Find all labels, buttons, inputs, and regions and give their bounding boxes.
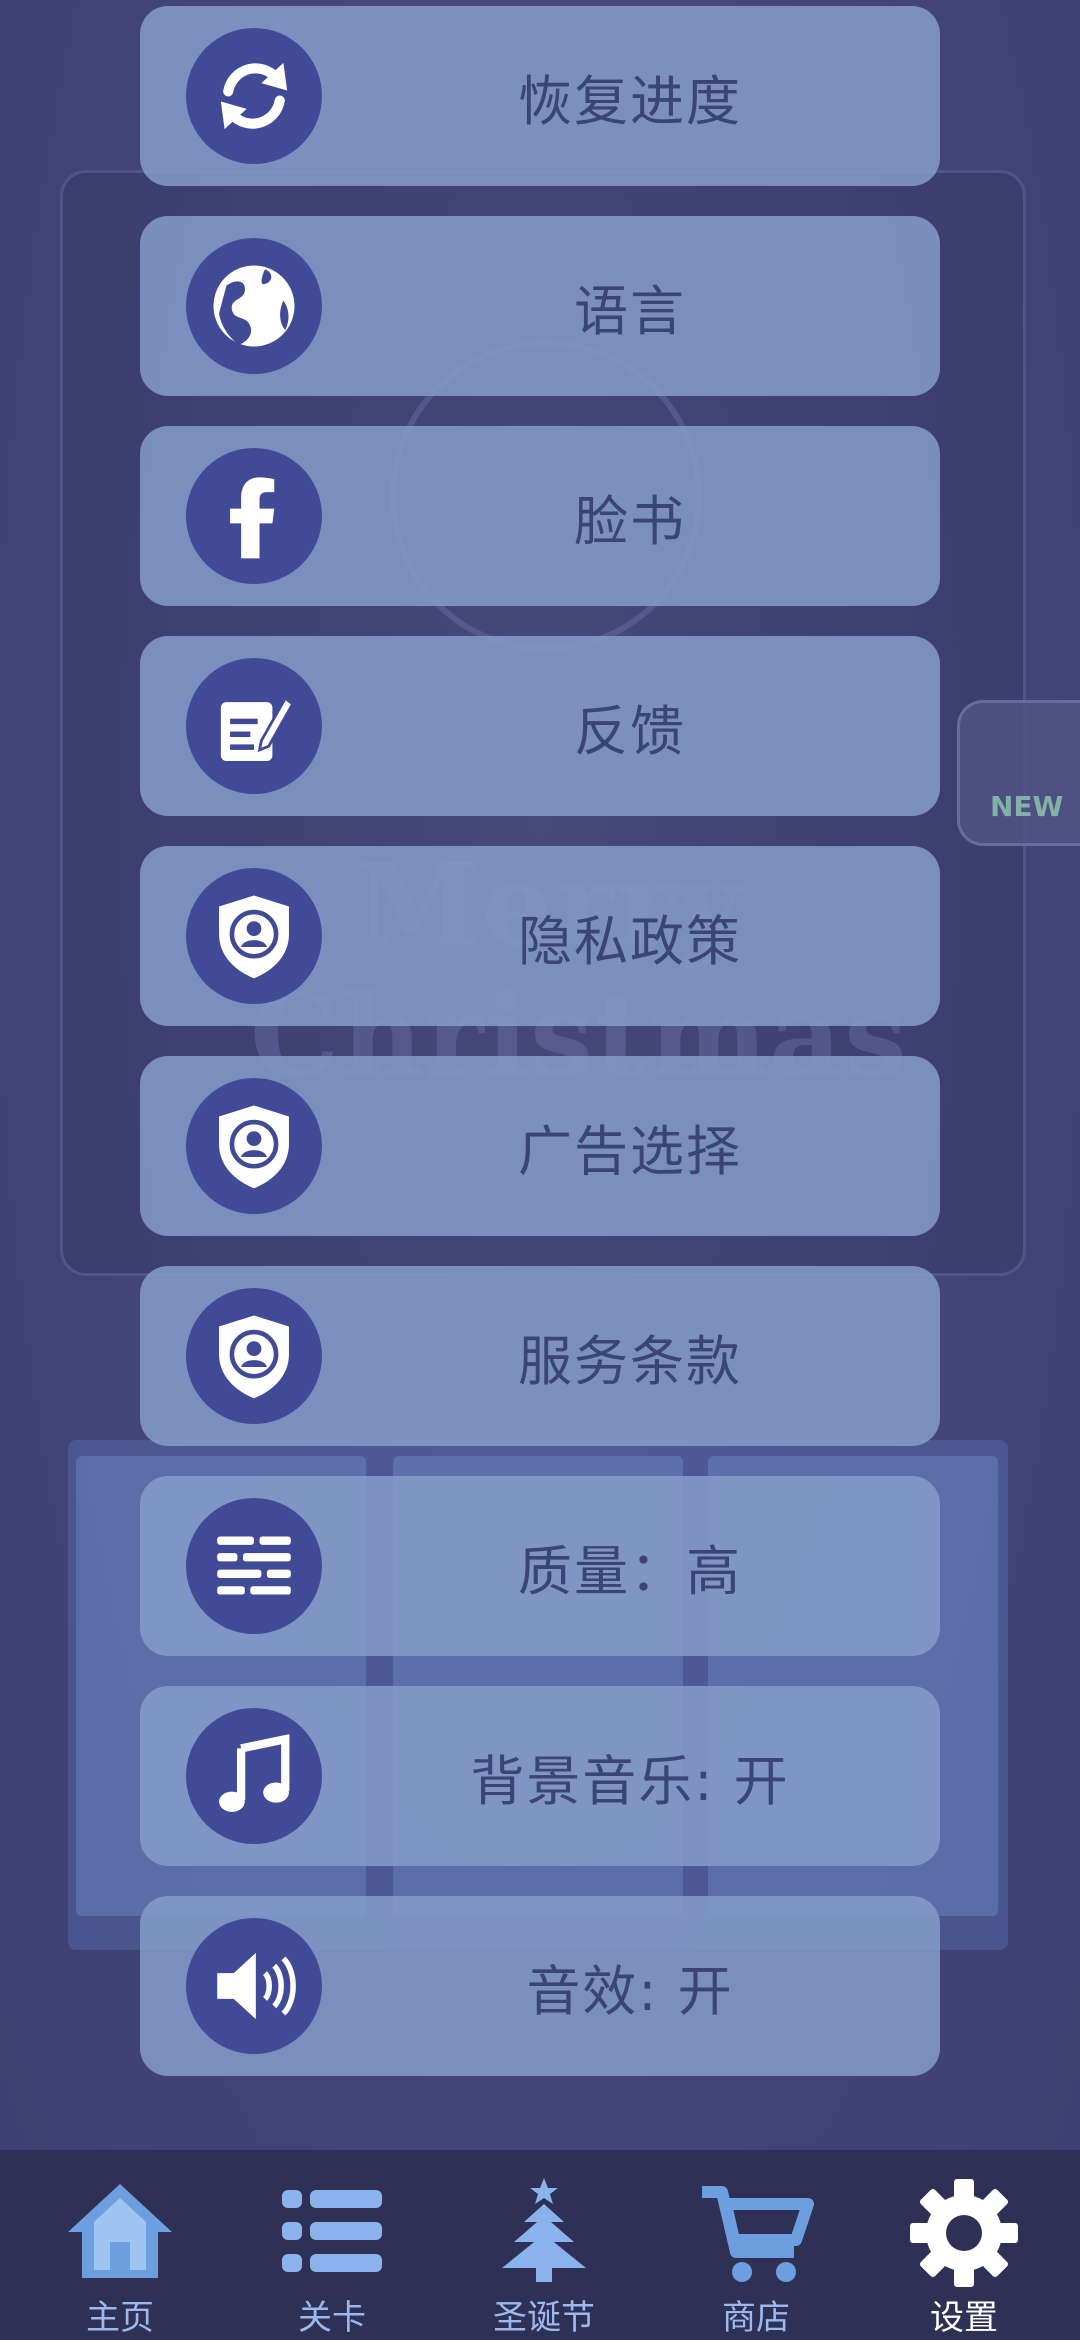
ad-choices-button[interactable]: 广告选择 <box>140 1056 940 1236</box>
gear-icon <box>904 2178 1024 2288</box>
music-icon <box>186 1708 322 1844</box>
list-icon <box>272 2178 392 2288</box>
tab-levels-label: 关卡 <box>298 2298 366 2338</box>
quality-button[interactable]: 质量：高 <box>140 1476 940 1656</box>
tab-home[interactable]: 主页 <box>12 2150 228 2340</box>
language-button[interactable]: 语言 <box>140 216 940 396</box>
feedback-icon <box>186 658 322 794</box>
sound-effects-button[interactable]: 音效: 开 <box>140 1896 940 2076</box>
background-music-button[interactable]: 背景音乐: 开 <box>140 1686 940 1866</box>
tab-shop-label: 商店 <box>722 2298 790 2338</box>
restore-progress-button[interactable]: 恢复进度 <box>140 6 940 186</box>
restore-progress-label: 恢复进度 <box>518 69 742 133</box>
tab-home-label: 主页 <box>86 2298 154 2338</box>
tab-levels[interactable]: 关卡 <box>224 2150 440 2340</box>
home-icon <box>60 2178 180 2288</box>
tab-settings-label: 设置 <box>930 2298 998 2338</box>
new-badge: NEW <box>957 700 1080 846</box>
terms-of-service-button[interactable]: 服务条款 <box>140 1266 940 1446</box>
new-badge-label: NEW <box>990 790 1064 823</box>
sliders-icon <box>186 1498 322 1634</box>
facebook-label: 脸书 <box>574 489 686 553</box>
tab-settings[interactable]: 设置 <box>856 2150 1072 2340</box>
globe-icon <box>186 238 322 374</box>
feedback-button[interactable]: 反馈 <box>140 636 940 816</box>
privacy-policy-label: 隐私政策 <box>518 909 742 973</box>
shield-user-icon <box>186 1078 322 1214</box>
ad-choices-label: 广告选择 <box>518 1119 742 1183</box>
sound-effects-label: 音效: 开 <box>526 1959 734 2023</box>
speaker-icon <box>186 1918 322 2054</box>
facebook-button[interactable]: 脸书 <box>140 426 940 606</box>
privacy-policy-button[interactable]: 隐私政策 <box>140 846 940 1026</box>
shield-user-icon <box>186 868 322 1004</box>
christmas-tree-icon <box>484 2178 604 2288</box>
tab-christmas[interactable]: 圣诞节 <box>436 2150 652 2340</box>
tab-christmas-label: 圣诞节 <box>493 2298 595 2338</box>
restore-icon <box>186 28 322 164</box>
quality-label: 质量：高 <box>518 1539 742 1603</box>
language-label: 语言 <box>574 279 686 343</box>
facebook-icon <box>186 448 322 584</box>
cart-icon <box>696 2178 816 2288</box>
shield-user-icon <box>186 1288 322 1424</box>
terms-of-service-label: 服务条款 <box>518 1329 742 1393</box>
tab-shop[interactable]: 商店 <box>648 2150 864 2340</box>
bottom-tab-bar: 主页 关卡 圣诞节 商店 设置 <box>0 2150 1080 2340</box>
background-music-label: 背景音乐: 开 <box>470 1749 790 1813</box>
feedback-label: 反馈 <box>574 699 686 763</box>
